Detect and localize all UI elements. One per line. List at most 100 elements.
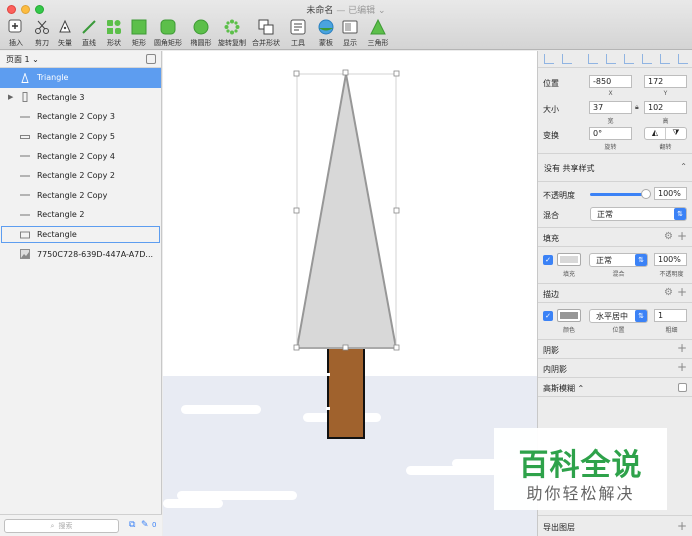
distribute-vertical-icon[interactable] bbox=[562, 54, 572, 64]
scissors-icon bbox=[34, 19, 50, 35]
alignment-bar bbox=[538, 51, 692, 68]
add-export-icon[interactable]: + bbox=[677, 519, 687, 533]
transform-label: 变换 bbox=[543, 131, 559, 140]
layer-row[interactable]: Rectangle 2 Copy 4 bbox=[0, 146, 161, 166]
shadow-title: 阴影 bbox=[543, 346, 559, 355]
position-y-value: 172 bbox=[648, 77, 664, 86]
edited-status: — 已编辑 ⌄ bbox=[336, 6, 386, 16]
blur-select[interactable]: 高斯模糊 ⌃ bbox=[543, 383, 584, 394]
position-x-input[interactable]: -850 bbox=[589, 75, 632, 88]
toolbar-shape-button[interactable]: 形状 bbox=[100, 17, 128, 49]
add-page-icon[interactable] bbox=[146, 54, 156, 64]
add-shadow-icon[interactable]: + bbox=[677, 341, 687, 355]
toolbar-label: 合并形状 bbox=[252, 39, 280, 47]
opacity-input[interactable]: 100% bbox=[654, 187, 687, 200]
fill-checkbox[interactable]: ✓ bbox=[543, 255, 553, 265]
page-label: 页面 1 ⌄ bbox=[6, 54, 39, 64]
layer-row[interactable]: Rectangle 2 bbox=[0, 205, 161, 225]
layer-row[interactable]: Triangle bbox=[0, 68, 161, 88]
toolbar-rounded-rect-button[interactable]: 圆角矩形 bbox=[154, 17, 182, 49]
add-fill-icon[interactable]: + bbox=[677, 229, 687, 243]
toolbar-line-button[interactable]: 直线 bbox=[75, 17, 103, 49]
line-icon bbox=[20, 190, 30, 200]
opacity-knob[interactable] bbox=[641, 189, 651, 199]
flip-horizontal-icon[interactable]: ◭ bbox=[645, 128, 666, 139]
opacity-slider[interactable] bbox=[590, 189, 651, 199]
layer-search-input[interactable]: ⌕ 搜索 bbox=[4, 519, 119, 533]
triangle-icon bbox=[370, 18, 386, 35]
fill-blend-select[interactable]: 正常 ⇅ bbox=[589, 253, 648, 267]
blend-mode-select[interactable]: 正常 ⇅ bbox=[590, 207, 687, 221]
disclosure-triangle-icon[interactable]: ▶ bbox=[8, 93, 13, 101]
height-input[interactable]: 102 bbox=[644, 101, 687, 114]
layer-row[interactable]: ▶ Rectangle 3 bbox=[0, 88, 161, 108]
rotate-copy-icon bbox=[224, 19, 240, 35]
fill-header: 填充 ⚙ + bbox=[538, 228, 692, 247]
document-title[interactable]: 未命名 — 已编辑 ⌄ bbox=[0, 3, 692, 16]
shared-style-section[interactable]: 没有 共享样式 ⌃ bbox=[538, 154, 692, 182]
geometry-section: 位置 -850 172 X Y 大小 37 🔒︎ 102 宽 高 变换 0° ◭… bbox=[538, 68, 692, 154]
align-center-icon[interactable] bbox=[606, 54, 616, 64]
layer-name: 7750C728-639D-447A-A7D... bbox=[37, 249, 154, 259]
layer-row[interactable]: 7750C728-639D-447A-A7D... bbox=[0, 244, 161, 264]
layer-row[interactable]: Rectangle 2 Copy 2 bbox=[0, 166, 161, 186]
toolbar-combine-button[interactable]: 合并形状 bbox=[252, 17, 280, 49]
canvas-artwork bbox=[163, 69, 537, 536]
tree-trunk bbox=[327, 347, 365, 439]
align-bottom-icon[interactable] bbox=[678, 54, 688, 64]
height-value: 102 bbox=[648, 103, 664, 112]
border-width-input[interactable]: 1 bbox=[654, 309, 687, 322]
border-position-select[interactable]: 水平居中 ⇅ bbox=[589, 309, 648, 323]
line-icon bbox=[20, 112, 30, 122]
position-y-input[interactable]: 172 bbox=[644, 75, 687, 88]
blend-value: 正常 bbox=[597, 209, 613, 219]
align-middle-icon[interactable] bbox=[660, 54, 670, 64]
layer-list: Triangle ▶ Rectangle 3 Rectangle 2 Copy 3 Re… bbox=[0, 68, 161, 264]
oval-icon bbox=[193, 19, 209, 35]
combine-icon bbox=[258, 19, 274, 35]
canvas[interactable] bbox=[163, 51, 537, 536]
layer-row[interactable]: Rectangle bbox=[0, 224, 161, 245]
width-input[interactable]: 37 bbox=[589, 101, 632, 114]
add-border-icon[interactable]: + bbox=[677, 285, 687, 299]
layer-row[interactable]: Rectangle 2 Copy bbox=[0, 186, 161, 206]
border-title: 描边 bbox=[543, 290, 559, 299]
shared-style-select[interactable]: 没有 共享样式 bbox=[544, 163, 595, 174]
gear-icon[interactable]: ⚙ bbox=[664, 287, 673, 298]
toolbar-triangle-button[interactable]: 三角形 bbox=[364, 17, 392, 49]
align-top-icon[interactable] bbox=[642, 54, 652, 64]
copy-icon[interactable]: ⧉ bbox=[129, 520, 135, 530]
gear-icon[interactable]: ⚙ bbox=[664, 231, 673, 242]
lock-icon[interactable]: 🔒︎ bbox=[635, 103, 639, 112]
border-checkbox[interactable]: ✓ bbox=[543, 311, 553, 321]
fill-opacity-input[interactable]: 100% bbox=[654, 253, 687, 266]
toolbar-rotate-copy-button[interactable]: 旋转复制 bbox=[218, 17, 246, 49]
fill-blend-value: 正常 bbox=[596, 255, 612, 265]
flip-buttons[interactable]: ◭ ⧩ bbox=[644, 127, 687, 140]
brush-icon[interactable]: ✎ bbox=[141, 520, 149, 530]
toolbar: 插入 剪刀 矢量 直线 形状 矩形 圆角矩形 椭圆形 旋转复制 合并形状 工具 蒙板 显示 三角形 bbox=[0, 17, 692, 49]
layer-row[interactable]: Rectangle 2 Copy 3 bbox=[0, 107, 161, 127]
toolbar-tools-button[interactable]: 工具 bbox=[284, 17, 312, 49]
rotation-input[interactable]: 0° bbox=[589, 127, 632, 140]
layer-row[interactable]: Rectangle 2 Copy 5 bbox=[0, 127, 161, 147]
distribute-horizontal-icon[interactable] bbox=[544, 54, 554, 64]
align-right-icon[interactable] bbox=[624, 54, 634, 64]
align-left-icon[interactable] bbox=[588, 54, 598, 64]
flip-vertical-icon[interactable]: ⧩ bbox=[666, 128, 686, 139]
toolbar-label: 三角形 bbox=[367, 39, 389, 47]
toolbar-insert-button[interactable]: 插入 bbox=[2, 17, 30, 49]
watermark: 百科全说 助你轻松解决 bbox=[494, 428, 667, 510]
trunk-notch bbox=[326, 407, 330, 410]
toolbar-rectangle-button[interactable]: 矩形 bbox=[125, 17, 153, 49]
fill-color-swatch[interactable] bbox=[557, 253, 581, 266]
add-inner-shadow-icon[interactable]: + bbox=[677, 360, 687, 374]
border-color-swatch[interactable] bbox=[557, 309, 581, 322]
toolbar-oval-button[interactable]: 椭圆形 bbox=[187, 17, 215, 49]
blur-checkbox[interactable] bbox=[678, 383, 687, 392]
page-selector[interactable]: 页面 1 ⌄ bbox=[0, 51, 161, 68]
plus-icon bbox=[8, 19, 24, 35]
toolbar-view-button[interactable]: 显示 bbox=[336, 17, 364, 49]
width-caption: 宽 bbox=[607, 118, 614, 125]
watermark-title: 百科全说 bbox=[518, 448, 643, 483]
